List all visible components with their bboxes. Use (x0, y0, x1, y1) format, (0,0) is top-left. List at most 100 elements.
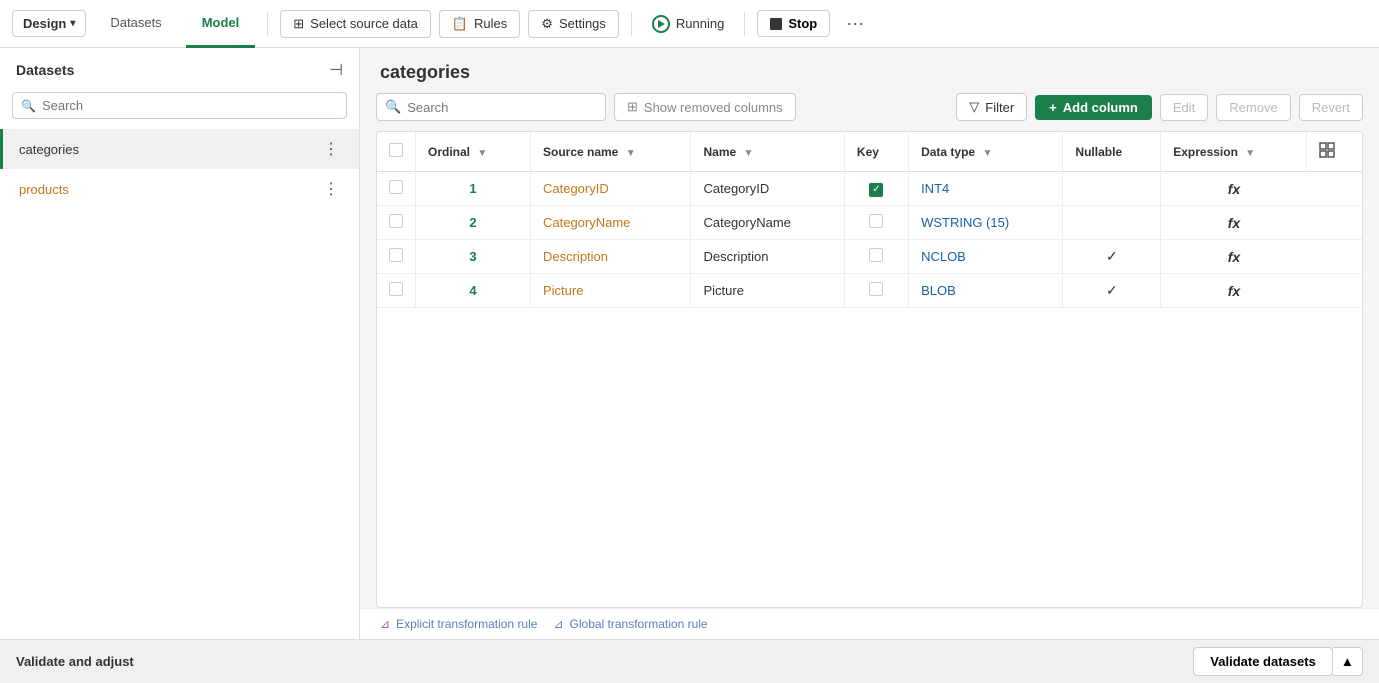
row-checkbox[interactable] (389, 214, 403, 228)
key-checkbox[interactable] (869, 248, 883, 262)
sidebar-item-products[interactable]: products ⋮ (0, 169, 359, 209)
transformation-footer: ⊿ Explicit transformation rule ⊿ Global … (360, 608, 1379, 639)
running-icon (652, 15, 670, 33)
cell-key (844, 274, 908, 308)
cell-nullable: ✓ (1063, 274, 1161, 308)
th-source-name[interactable]: Source name ▼ (530, 132, 691, 172)
explicit-transformation-icon: ⊿ (380, 617, 390, 631)
cell-expression: fx (1161, 274, 1307, 308)
key-checkbox[interactable] (869, 214, 883, 228)
row-checkbox[interactable] (389, 180, 403, 194)
sidebar-search-input[interactable] (42, 98, 338, 113)
sidebar-list: categories ⋮ products ⋮ (0, 129, 359, 639)
cell-key (844, 206, 908, 240)
th-key[interactable]: Key (844, 132, 908, 172)
sort-icon: ▼ (626, 148, 636, 159)
cell-source-name: CategoryID (530, 172, 691, 206)
th-select-all (377, 132, 416, 172)
cell-data-type: WSTRING (15) (909, 206, 1063, 240)
global-transformation-item[interactable]: ⊿ Global transformation rule (553, 617, 707, 631)
gear-icon: ⚙ (541, 16, 553, 32)
sidebar-item-label: products (19, 182, 69, 197)
key-checkbox[interactable]: ✓ (869, 183, 883, 197)
th-name[interactable]: Name ▼ (691, 132, 844, 172)
row-checkbox-cell (377, 240, 416, 274)
separator3 (744, 12, 745, 36)
expression-fx-icon[interactable]: fx (1228, 283, 1240, 299)
nullable-checkmark: ✓ (1106, 248, 1118, 264)
cell-ordinal: 3 (416, 240, 531, 274)
revert-button[interactable]: Revert (1299, 94, 1363, 121)
separator2 (631, 12, 632, 36)
cell-expression: fx (1161, 172, 1307, 206)
expression-fx-icon[interactable]: fx (1228, 215, 1240, 231)
table-icon: ⊞ (627, 99, 638, 115)
cell-data-type: NCLOB (909, 240, 1063, 274)
th-expression[interactable]: Expression ▼ (1161, 132, 1307, 172)
table-header-row: Ordinal ▼ Source name ▼ Name ▼ Key (377, 132, 1362, 172)
table-row: 1 CategoryID CategoryID ✓ INT4 fx (377, 172, 1362, 206)
cell-name: CategoryID (691, 172, 844, 206)
explicit-transformation-item[interactable]: ⊿ Explicit transformation rule (380, 617, 537, 631)
add-column-button[interactable]: + Add column (1035, 95, 1152, 120)
edit-button[interactable]: Edit (1160, 94, 1208, 121)
more-options-button[interactable]: ··· (838, 9, 872, 38)
row-checkbox-cell (377, 274, 416, 308)
th-ordinal[interactable]: Ordinal ▼ (416, 132, 531, 172)
rules-btn[interactable]: 📋 Rules (439, 10, 520, 38)
cell-data-type: INT4 (909, 172, 1063, 206)
table-row: 4 Picture Picture BLOB ✓ fx (377, 274, 1362, 308)
cell-source-name: Description (530, 240, 691, 274)
expand-footer-btn[interactable]: ▲ (1333, 647, 1363, 676)
sort-icon: ▼ (1245, 148, 1255, 159)
cell-nullable (1063, 206, 1161, 240)
content-header: categories (360, 48, 1379, 93)
row-checkbox-cell (377, 206, 416, 240)
select-source-btn[interactable]: ⊞ Select source data (280, 10, 431, 38)
sort-icon: ▼ (744, 148, 754, 159)
sidebar-item-menu-btn[interactable]: ⋮ (319, 137, 343, 161)
main-layout: Datasets ⊣ 🔍 categories ⋮ products ⋮ cat… (0, 48, 1379, 639)
sidebar-title: Datasets (16, 62, 74, 78)
cell-nullable (1063, 172, 1161, 206)
sidebar-item-menu-btn[interactable]: ⋮ (319, 177, 343, 201)
sidebar-item-categories[interactable]: categories ⋮ (0, 129, 359, 169)
content-toolbar: 🔍 ⊞ Show removed columns ▽ Filter + Add … (360, 93, 1379, 131)
settings-btn[interactable]: ⚙ Settings (528, 10, 619, 38)
plus-icon: + (1049, 100, 1057, 115)
sidebar-search-box: 🔍 (12, 92, 347, 119)
select-all-checkbox[interactable] (389, 143, 403, 157)
th-data-type[interactable]: Data type ▼ (909, 132, 1063, 172)
expression-fx-icon[interactable]: fx (1228, 249, 1240, 265)
explicit-transformation-link[interactable]: Explicit transformation rule (396, 617, 537, 631)
tab-datasets[interactable]: Datasets (94, 0, 177, 48)
design-dropdown[interactable]: Design ▾ (12, 10, 86, 37)
stop-button[interactable]: Stop (757, 10, 830, 37)
th-nullable[interactable]: Nullable (1063, 132, 1161, 172)
collapse-sidebar-btn[interactable]: ⊣ (329, 60, 343, 80)
key-checkbox[interactable] (869, 282, 883, 296)
cell-ordinal: 1 (416, 172, 531, 206)
global-transformation-link[interactable]: Global transformation rule (570, 617, 708, 631)
content-search-input[interactable] (407, 100, 597, 115)
table-row: 3 Description Description NCLOB ✓ fx (377, 240, 1362, 274)
cell-data-type: BLOB (909, 274, 1063, 308)
show-removed-btn[interactable]: ⊞ Show removed columns (614, 93, 796, 121)
separator (267, 12, 268, 36)
row-checkbox[interactable] (389, 248, 403, 262)
row-checkbox[interactable] (389, 282, 403, 296)
data-table-container: Ordinal ▼ Source name ▼ Name ▼ Key (376, 131, 1363, 608)
remove-button[interactable]: Remove (1216, 94, 1290, 121)
validate-datasets-button[interactable]: Validate datasets (1193, 647, 1333, 676)
filter-icon: ▽ (969, 99, 979, 115)
cell-source-name: Picture (530, 274, 691, 308)
tab-model[interactable]: Model (186, 0, 256, 48)
data-table: Ordinal ▼ Source name ▼ Name ▼ Key (377, 132, 1362, 308)
page-title: categories (380, 62, 470, 82)
expression-fx-icon[interactable]: fx (1228, 181, 1240, 197)
row-checkbox-cell (377, 172, 416, 206)
th-grid[interactable] (1307, 132, 1362, 172)
rules-icon: 📋 (452, 16, 468, 32)
filter-button[interactable]: ▽ Filter (956, 93, 1027, 121)
cell-key (844, 240, 908, 274)
